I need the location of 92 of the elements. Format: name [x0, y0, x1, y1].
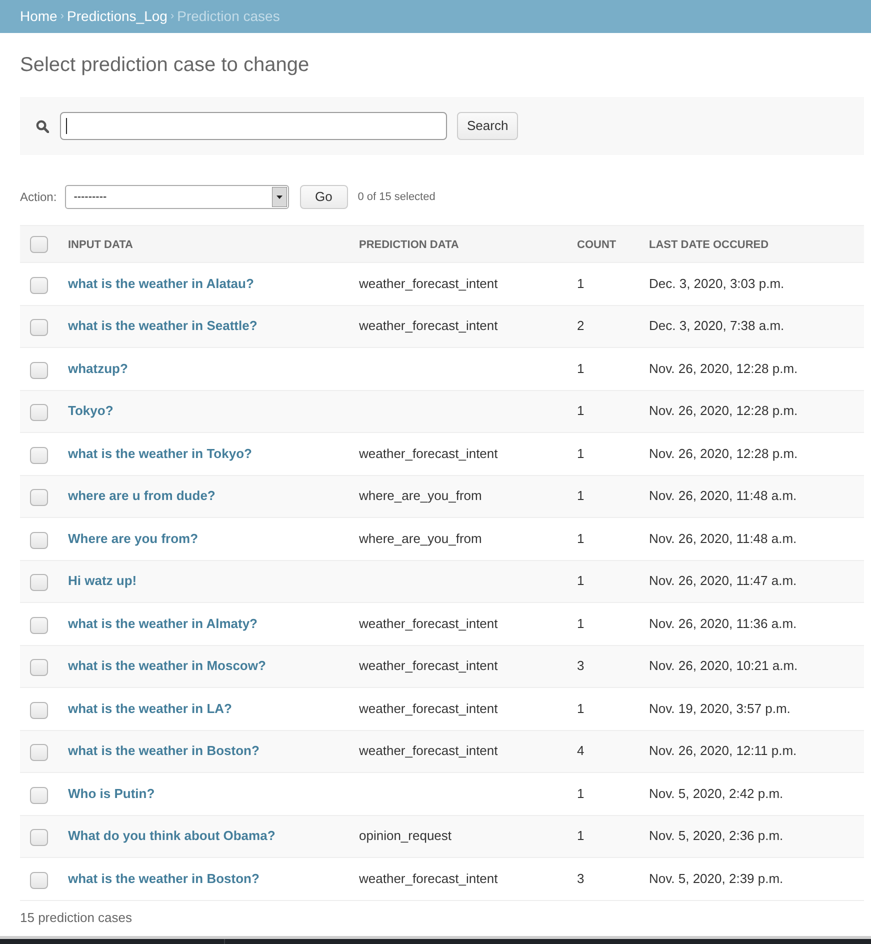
breadcrumb-current: Prediction cases — [177, 7, 280, 26]
row-checkbox[interactable] — [30, 319, 48, 336]
column-header[interactable]: COUNT — [577, 239, 616, 251]
table-cell: Nov. 5, 2020, 2:39 p.m. — [649, 870, 784, 886]
column-header[interactable]: LAST DATE OCCURED — [649, 239, 769, 251]
table-cell: 1 — [577, 276, 584, 291]
breadcrumb-separator: › — [170, 9, 174, 24]
table-cell: Nov. 19, 2020, 3:57 p.m. — [649, 700, 790, 716]
table-cell: 2 — [577, 318, 584, 334]
table-cell: Nov. 26, 2020, 10:21 a.m. — [649, 658, 798, 674]
row-checkbox[interactable] — [30, 659, 48, 676]
input-data-link[interactable]: what is the weather in Almaty? — [68, 616, 258, 631]
table-cell: 1 — [577, 446, 584, 461]
input-data-link[interactable]: whatzup? — [68, 360, 128, 376]
breadcrumb-link[interactable]: Predictions_Log — [67, 6, 168, 27]
row-checkbox[interactable] — [30, 574, 48, 592]
table-cell: 1 — [577, 530, 584, 546]
input-data-link[interactable]: what is the weather in Alatau? — [68, 276, 254, 291]
breadcrumb-separator: › — [60, 9, 64, 24]
table-cell: 1 — [577, 616, 584, 631]
dropdown-arrow-icon — [272, 187, 287, 207]
row-checkbox[interactable] — [30, 616, 48, 634]
search-field[interactable] — [60, 112, 447, 140]
table-cell: where_are_you_from — [359, 530, 482, 546]
table-cell: Nov. 26, 2020, 11:48 a.m. — [649, 530, 797, 546]
text-cursor-icon — [66, 118, 67, 134]
column-header[interactable]: PREDICTION DATA — [359, 239, 459, 251]
table-cell: 1 — [577, 488, 584, 504]
table-cell: Nov. 26, 2020, 11:48 a.m. — [649, 488, 797, 504]
row-checkbox[interactable] — [30, 276, 48, 294]
table-cell: where_are_you_from — [359, 488, 482, 504]
input-data-link[interactable]: what is the weather in LA? — [68, 700, 232, 716]
input-data-link[interactable]: What do you think about Obama? — [68, 828, 276, 844]
table-cell: 3 — [577, 658, 584, 674]
table-cell: weather_forecast_intent — [359, 700, 498, 716]
search-icon — [36, 120, 49, 132]
go-button[interactable]: Go — [300, 185, 348, 209]
table-cell: Nov. 26, 2020, 12:28 p.m. — [649, 446, 798, 461]
input-data-link[interactable]: what is the weather in Seattle? — [68, 318, 258, 334]
search-button[interactable]: Search — [457, 112, 518, 140]
select-all-checkbox[interactable] — [30, 236, 48, 252]
table-cell: Dec. 3, 2020, 3:03 p.m. — [649, 276, 784, 291]
table-cell: Nov. 26, 2020, 12:11 p.m. — [649, 743, 797, 758]
table-cell: weather_forecast_intent — [359, 446, 498, 461]
row-checkbox[interactable] — [30, 702, 48, 719]
row-checkbox[interactable] — [30, 744, 48, 762]
table-cell: 1 — [577, 360, 584, 376]
table-cell: 3 — [577, 870, 584, 886]
breadcrumb-link[interactable]: Home — [20, 6, 58, 27]
table-cell: weather_forecast_intent — [359, 276, 498, 291]
table-cell: Nov. 5, 2020, 2:42 p.m. — [649, 786, 784, 801]
table-cell: 1 — [577, 828, 584, 844]
action-select[interactable]: --------- — [64, 185, 289, 209]
table-cell: 1 — [577, 573, 584, 588]
input-data-link[interactable]: Where are you from? — [68, 530, 198, 546]
input-data-link[interactable]: what is the weather in Moscow? — [68, 658, 266, 674]
table-cell: Nov. 26, 2020, 12:28 p.m. — [649, 403, 798, 418]
input-data-link[interactable]: what is the weather in Boston? — [68, 870, 260, 886]
row-checkbox[interactable] — [30, 829, 48, 846]
selection-counter: 0 of 15 selected — [358, 190, 436, 205]
table-cell: weather_forecast_intent — [359, 658, 498, 674]
row-checkbox[interactable] — [30, 446, 48, 464]
table-cell: opinion_request — [359, 828, 452, 844]
table-cell: 4 — [577, 743, 584, 758]
row-checkbox[interactable] — [30, 362, 48, 379]
row-checkbox[interactable] — [30, 489, 48, 506]
input-data-link[interactable]: what is the weather in Tokyo? — [68, 446, 252, 461]
input-data-link[interactable]: Tokyo? — [68, 403, 114, 418]
table-cell: 1 — [577, 786, 584, 801]
table-cell: Nov. 26, 2020, 12:28 p.m. — [649, 360, 798, 376]
table-cell: 1 — [577, 403, 584, 418]
action-label: Action: — [20, 189, 57, 206]
table-cell: weather_forecast_intent — [359, 318, 498, 334]
table-cell: Dec. 3, 2020, 7:38 a.m. — [649, 318, 784, 334]
table-cell: Nov. 26, 2020, 11:36 a.m. — [649, 616, 797, 631]
column-header[interactable]: INPUT DATA — [68, 239, 133, 251]
result-count: 15 prediction cases — [20, 909, 132, 928]
table-cell: Nov. 26, 2020, 11:47 a.m. — [649, 573, 797, 588]
row-checkbox[interactable] — [30, 532, 48, 549]
page-title: Select prediction case to change — [20, 53, 310, 77]
table-cell: Nov. 5, 2020, 2:36 p.m. — [649, 828, 784, 844]
row-checkbox[interactable] — [30, 786, 48, 804]
input-data-link[interactable]: Hi watz up! — [68, 573, 137, 588]
input-data-link[interactable]: where are u from dude? — [68, 488, 216, 504]
row-checkbox[interactable] — [30, 872, 48, 889]
row-checkbox[interactable] — [30, 404, 48, 422]
table-cell: weather_forecast_intent — [359, 616, 498, 631]
table-cell: weather_forecast_intent — [359, 743, 498, 758]
input-data-link[interactable]: Who is Putin? — [68, 786, 155, 801]
input-data-link[interactable]: what is the weather in Boston? — [68, 743, 260, 758]
table-cell: 1 — [577, 700, 584, 716]
table-cell: weather_forecast_intent — [359, 870, 498, 886]
